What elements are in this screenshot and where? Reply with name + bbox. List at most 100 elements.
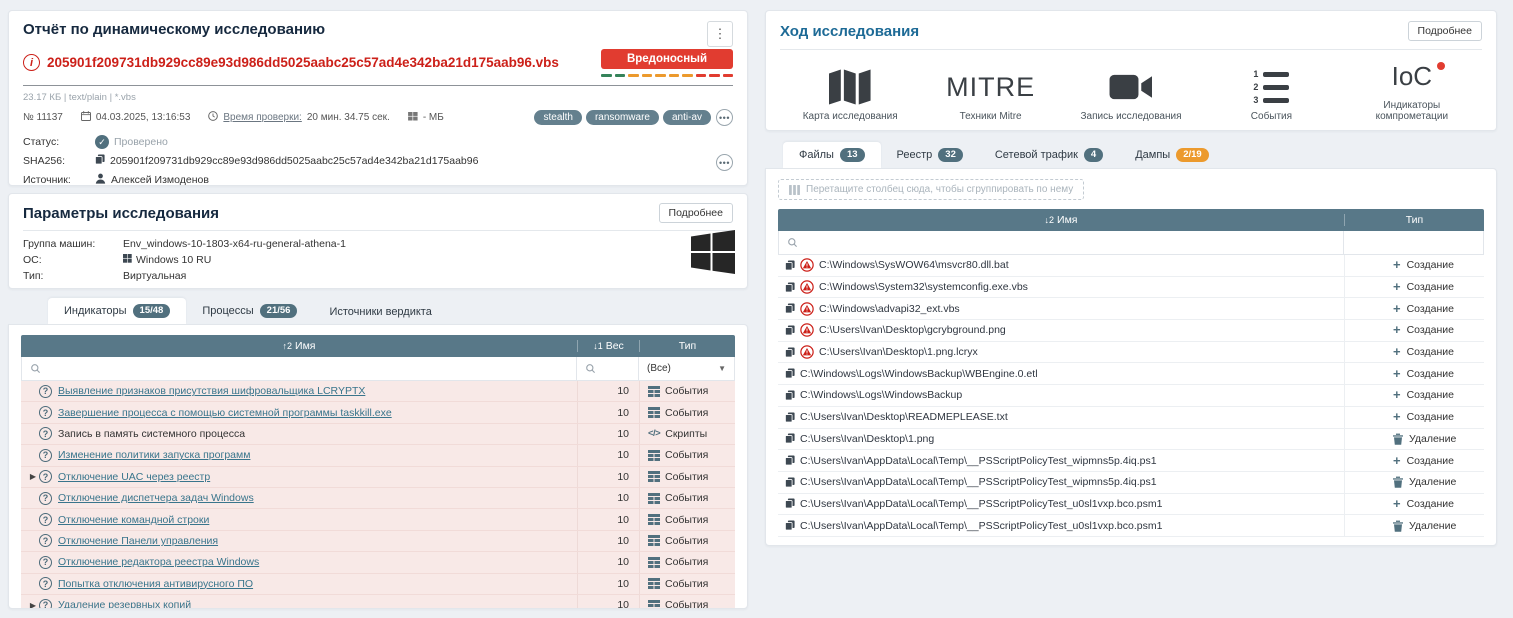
tab-Процессы[interactable]: Процессы21/56 <box>186 298 313 324</box>
tab-label: Индикаторы <box>64 305 127 317</box>
tag-badge[interactable]: anti-av <box>663 110 711 125</box>
indicator-name-link[interactable]: Отключение командной строки <box>58 514 209 526</box>
question-icon[interactable]: ? <box>39 449 52 462</box>
copy-icon[interactable] <box>785 347 795 358</box>
indicator-row[interactable]: ?Отключение редактора реестра Windows10С… <box>21 552 735 573</box>
indicator-name-link[interactable]: Завершение процесса с помощью системной … <box>58 407 392 419</box>
indicators-table-body: ? Выявление признаков присутствия шифрова… <box>21 381 735 609</box>
copy-icon[interactable] <box>785 477 795 488</box>
indicators-type-filter[interactable]: (Все)▼ <box>638 357 734 380</box>
copy-icon[interactable] <box>785 260 795 271</box>
progress-item-map[interactable]: Карта исследования <box>780 56 920 122</box>
parameters-more-button[interactable]: Подробнее <box>659 203 733 223</box>
tab-Источники вердикта[interactable]: Источники вердикта <box>313 300 447 324</box>
indicators-weight-header[interactable]: ↓1 Вес <box>577 340 639 352</box>
copy-icon[interactable] <box>785 412 795 423</box>
file-row[interactable]: C:\Windows\advapi32_ext.vbs+Создание <box>778 298 1484 320</box>
copy-icon[interactable] <box>785 390 795 401</box>
indicators-weight-filter[interactable] <box>576 357 638 380</box>
indicator-row[interactable]: ? Завершение процесса с помощью системной… <box>21 402 735 423</box>
indicator-name-link[interactable]: Отключение диспетчера задач Windows <box>58 492 254 504</box>
file-row[interactable]: C:\Windows\SysWOW64\msvcr80.dll.bat+Созд… <box>778 255 1484 277</box>
indicators-name-header[interactable]: ↑2 Имя <box>21 340 577 352</box>
file-row[interactable]: C:\Users\Ivan\AppData\Local\Temp\__PSScr… <box>778 515 1484 537</box>
files-name-filter[interactable] <box>779 231 1343 254</box>
progress-more-button[interactable]: Подробнее <box>1408 21 1482 41</box>
indicator-row[interactable]: ▶?Отключение UAC через реестр10События <box>21 467 735 488</box>
file-row[interactable]: C:\Windows\Logs\WindowsBackup\WBEngine.0… <box>778 363 1484 385</box>
copy-icon[interactable] <box>785 303 795 314</box>
more-tags-button[interactable]: ••• <box>716 109 733 126</box>
indicator-row[interactable]: ?Попытка отключения антивирусного ПО10Со… <box>21 574 735 595</box>
question-icon[interactable]: ? <box>39 599 52 609</box>
file-row[interactable]: C:\Users\Ivan\Desktop\1.pngУдаление <box>778 429 1484 451</box>
indicators-name-filter[interactable] <box>22 357 576 380</box>
question-icon[interactable]: ? <box>39 513 52 526</box>
parameter-label: Группа машин: <box>23 238 123 250</box>
indicator-name-link[interactable]: Попытка отключения антивирусного ПО <box>58 578 253 590</box>
file-path: C:\Windows\SysWOW64\msvcr80.dll.bat <box>819 259 1009 271</box>
indicator-row[interactable]: ?Запись в память системного процесса10</… <box>21 424 735 445</box>
question-icon[interactable]: ? <box>39 577 52 590</box>
indicator-row[interactable]: ▶?Удаление резервных копий10События <box>21 595 735 609</box>
question-icon[interactable]: ? <box>39 406 52 419</box>
question-icon[interactable]: ? <box>39 492 52 505</box>
indicator-name-link[interactable]: Удаление резервных копий <box>58 599 191 609</box>
progress-item-list123[interactable]: 123События <box>1201 56 1341 122</box>
tag-badge[interactable]: stealth <box>534 110 581 125</box>
tab-Реестр[interactable]: Реестр32 <box>881 142 979 168</box>
copy-icon[interactable] <box>785 433 795 444</box>
indicators-type-header[interactable]: Тип <box>639 340 735 352</box>
file-path: C:\Windows\advapi32_ext.vbs <box>819 303 960 315</box>
file-row[interactable]: C:\Users\Ivan\Desktop\1.png.lcryx+Создан… <box>778 342 1484 364</box>
indicator-row[interactable]: ? Выявление признаков присутствия шифрова… <box>21 381 735 402</box>
indicator-name-link[interactable]: Отключение UAC через реестр <box>58 471 210 483</box>
files-type-header[interactable]: Тип <box>1344 214 1484 226</box>
tab-Дампы[interactable]: Дампы2/19 <box>1119 142 1225 168</box>
expand-chevron-icon[interactable]: ▶ <box>27 472 39 481</box>
indicator-name-link[interactable]: Отключение Панели управления <box>58 535 218 547</box>
sha256-label: SHA256: <box>23 155 95 167</box>
indicator-name-link[interactable]: Изменение политики запуска программ <box>58 449 250 461</box>
indicator-name-link[interactable]: Отключение редактора реестра Windows <box>58 556 259 568</box>
progress-item-ioc[interactable]: IoCИндикаторыкомпрометации <box>1342 56 1482 122</box>
check-time-label[interactable]: Время проверки: <box>223 112 301 123</box>
file-row[interactable]: C:\Users\Ivan\Desktop\gcrybground.png+Со… <box>778 320 1484 342</box>
file-row[interactable]: C:\Users\Ivan\Desktop\READMEPLEASE.txt+С… <box>778 407 1484 429</box>
tab-Индикаторы[interactable]: Индикаторы15/48 <box>48 298 186 324</box>
question-icon[interactable]: ? <box>39 470 52 483</box>
question-icon[interactable]: ? <box>39 556 52 569</box>
file-row[interactable]: C:\Users\Ivan\AppData\Local\Temp\__PSScr… <box>778 472 1484 494</box>
indicator-row[interactable]: ?Изменение политики запуска программ10Со… <box>21 445 735 466</box>
progress-item-video[interactable]: Запись исследования <box>1061 56 1201 122</box>
files-name-header[interactable]: ↓2 Имя <box>778 214 1344 226</box>
group-by-dropzone[interactable]: Перетащите столбец сюда, чтобы сгруппиро… <box>778 179 1084 200</box>
progress-item-mitre[interactable]: MITREТехники Mitre <box>920 56 1060 122</box>
tab-Сетевой трафик[interactable]: Сетевой трафик4 <box>979 142 1119 168</box>
copy-icon[interactable] <box>785 282 795 293</box>
file-row[interactable]: C:\Windows\Logs\WindowsBackup+Создание <box>778 385 1484 407</box>
file-row[interactable]: C:\Users\Ivan\AppData\Local\Temp\__PSScr… <box>778 494 1484 516</box>
copy-icon[interactable] <box>785 520 795 531</box>
question-icon[interactable]: ? <box>39 385 52 398</box>
indicator-row[interactable]: ?Отключение диспетчера задач Windows10Со… <box>21 488 735 509</box>
copy-icon[interactable] <box>785 455 795 466</box>
files-type-filter[interactable] <box>1343 231 1483 254</box>
file-row[interactable]: C:\Windows\System32\systemconfig.exe.vbs… <box>778 277 1484 299</box>
copy-icon[interactable] <box>785 325 795 336</box>
tag-badge[interactable]: ransomware <box>586 110 659 125</box>
indicator-row[interactable]: ?Отключение Панели управления10События <box>21 531 735 552</box>
tab-Файлы[interactable]: Файлы13 <box>783 142 881 168</box>
indicator-name-link[interactable]: Выявление признаков присутствия шифровал… <box>58 385 365 397</box>
sha-more-button[interactable]: ••• <box>716 154 733 171</box>
copy-icon[interactable] <box>785 368 795 379</box>
kebab-menu-button[interactable]: ⋮ <box>707 21 733 47</box>
expand-chevron-icon[interactable]: ▶ <box>27 601 39 609</box>
file-row[interactable]: C:\Users\Ivan\AppData\Local\Temp\__PSScr… <box>778 450 1484 472</box>
sample-file-link[interactable]: 205901f209731db929cc89e93d986dd5025aabc2… <box>47 55 559 70</box>
question-icon[interactable]: ? <box>39 427 52 440</box>
indicator-row[interactable]: ?Отключение командной строки10События <box>21 509 735 530</box>
copy-icon[interactable] <box>785 498 795 509</box>
question-icon[interactable]: ? <box>39 534 52 547</box>
copy-icon[interactable] <box>95 154 105 168</box>
